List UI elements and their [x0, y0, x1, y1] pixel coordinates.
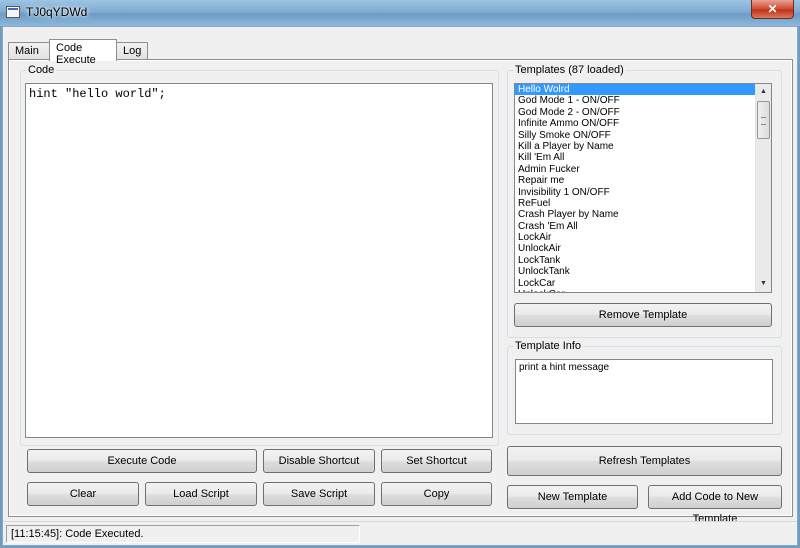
template-list-item[interactable]: Crash 'Em All: [515, 221, 756, 232]
app-icon: [6, 6, 20, 18]
clear-button[interactable]: Clear: [27, 482, 139, 506]
disable-shortcut-button[interactable]: Disable Shortcut: [263, 449, 375, 473]
app-window: TJ0qYDWd ✕ Main Code Execute Log Code hi…: [0, 0, 800, 548]
template-list-item[interactable]: ReFuel: [515, 198, 756, 209]
template-list-item[interactable]: Invisibility 1 ON/OFF: [515, 187, 756, 198]
close-button[interactable]: ✕: [751, 0, 794, 19]
execute-code-button[interactable]: Execute Code: [27, 449, 257, 473]
title-bar[interactable]: TJ0qYDWd ✕: [0, 0, 800, 26]
load-script-button[interactable]: Load Script: [145, 482, 257, 506]
template-list-item[interactable]: LockAir: [515, 232, 756, 243]
save-script-button[interactable]: Save Script: [263, 482, 375, 506]
template-list-item[interactable]: Kill a Player by Name: [515, 141, 756, 152]
template-list-item[interactable]: Kill 'Em All: [515, 152, 756, 163]
template-list-item[interactable]: Infinite Ammo ON/OFF: [515, 118, 756, 129]
template-list-item[interactable]: Repair me: [515, 175, 756, 186]
copy-button[interactable]: Copy: [381, 482, 492, 506]
template-info-group-label: Template Info: [513, 340, 584, 352]
refresh-templates-button[interactable]: Refresh Templates: [507, 446, 782, 476]
templates-group: Templates (87 loaded) Hello Wolrd God Mod…: [507, 64, 782, 338]
add-code-to-new-template-button[interactable]: Add Code to New Template: [648, 485, 782, 525]
template-list-item[interactable]: LockCar: [515, 278, 756, 289]
scrollbar-thumb[interactable]: [757, 101, 770, 139]
code-group: Code hint "hello world";: [20, 64, 499, 446]
tab-code-execute[interactable]: Code Execute: [49, 39, 117, 66]
templates-scrollbar[interactable]: ▲ ▼: [755, 84, 771, 292]
code-group-label: Code: [26, 64, 57, 76]
new-template-button[interactable]: New Template: [507, 485, 638, 509]
scroll-up-icon[interactable]: ▲: [756, 84, 771, 100]
template-list-item[interactable]: UnlockCar: [515, 289, 756, 292]
template-list-item[interactable]: UnlockAir: [515, 243, 756, 254]
tab-log[interactable]: Log: [116, 42, 148, 60]
template-list-item[interactable]: Crash Player by Name: [515, 209, 756, 220]
template-info-group: Template Info print a hint message: [507, 340, 782, 435]
status-text: [11:15:45]: Code Executed.: [6, 525, 360, 543]
template-list-item[interactable]: LockTank: [515, 255, 756, 266]
window-title: TJ0qYDWd: [26, 5, 88, 19]
templates-listbox[interactable]: Hello Wolrd God Mode 1 - ON/OFF God Mode 2…: [514, 83, 772, 293]
template-list-item[interactable]: God Mode 1 - ON/OFF: [515, 95, 756, 106]
template-list-item[interactable]: Silly Smoke ON/OFF: [515, 130, 756, 141]
template-list-item[interactable]: UnlockTank: [515, 266, 756, 277]
tab-main[interactable]: Main: [8, 42, 52, 60]
template-list-item[interactable]: God Mode 2 - ON/OFF: [515, 107, 756, 118]
set-shortcut-button[interactable]: Set Shortcut: [381, 449, 492, 473]
templates-list: Hello Wolrd God Mode 1 - ON/OFF God Mode 2…: [515, 84, 756, 292]
code-editor[interactable]: hint "hello world";: [25, 83, 493, 438]
status-bar: [11:15:45]: Code Executed.: [3, 521, 797, 545]
scroll-down-icon[interactable]: ▼: [756, 276, 771, 292]
template-info-text[interactable]: print a hint message: [515, 359, 773, 424]
remove-template-button[interactable]: Remove Template: [514, 303, 772, 327]
template-list-item[interactable]: Hello Wolrd: [515, 84, 756, 96]
client-area: Main Code Execute Log Code hint "hello w…: [2, 26, 798, 546]
tab-panel-code-execute: Code hint "hello world"; Execute Code Di…: [8, 59, 793, 525]
templates-group-label: Templates (87 loaded): [513, 64, 626, 76]
template-list-item[interactable]: Admin Fucker: [515, 164, 756, 175]
